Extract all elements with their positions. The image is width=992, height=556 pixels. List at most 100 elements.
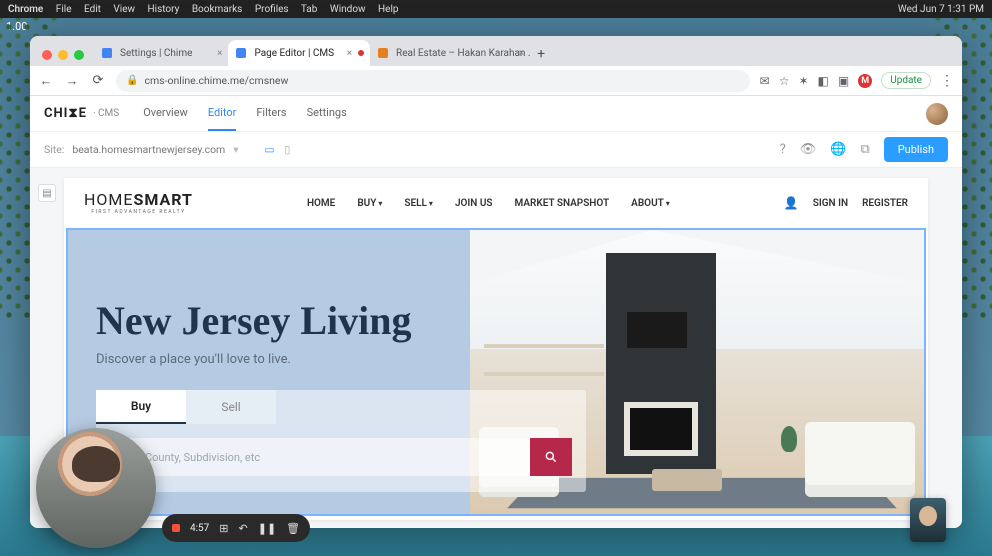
profile-badge[interactable]: M [858,74,872,88]
recording-toolbar: 4:57 ⊞ ↶ ❚❚ 🗑 [162,514,310,542]
logo-subtext: FIRST ADVANTAGE REALTY [91,210,185,215]
tab-close-icon[interactable]: × [217,48,222,59]
extension-icon[interactable]: ◧ [818,74,829,88]
browser-menu-icon[interactable]: ⋮ [940,73,954,89]
minimize-window-icon[interactable] [58,50,68,60]
hero-subtitle: Discover a place you'll love to live. [96,352,496,367]
nav-buy[interactable]: BUY [357,198,382,209]
menu-history[interactable]: History [148,4,180,15]
chevron-down-icon[interactable]: ▾ [233,143,238,156]
cms-tab-overview[interactable]: Overview [143,96,188,131]
tab-title: Real Estate – Hakan Karahan ... [396,48,530,59]
hero-title: New Jersey Living [96,300,496,342]
tab-title: Page Editor | CMS [254,48,334,59]
user-icon[interactable]: 👤 [784,196,799,210]
forward-icon[interactable]: → [64,73,80,89]
menu-edit[interactable]: Edit [84,4,101,15]
record-icon[interactable] [172,524,180,532]
search-tab-sell[interactable]: Sell [186,390,276,424]
editor-side-rail: ▤ [38,184,56,202]
nav-sell[interactable]: SELL [404,198,433,209]
mobile-view-icon[interactable]: ▯ [284,143,290,156]
back-icon[interactable]: ← [38,73,54,89]
extensions-icon[interactable]: ✶ [798,74,808,88]
maximize-window-icon[interactable] [74,50,84,60]
cms-tab-filters[interactable]: Filters [256,96,286,131]
signin-link[interactable]: SIGN IN [813,198,848,209]
globe-icon[interactable]: 🌐 [830,142,846,157]
tab-title: Settings | Chime [120,48,192,59]
share-icon[interactable]: ✉ [760,74,770,88]
logo-text: HOMESMART [84,192,193,208]
reload-icon[interactable]: ⟳ [90,73,106,88]
desktop-view-icon[interactable]: ▭ [265,143,275,156]
cms-tab-editor[interactable]: Editor [208,96,237,131]
menu-bookmarks[interactable]: Bookmarks [192,4,243,15]
update-button[interactable]: Update [881,72,931,89]
cms-tab-settings[interactable]: Settings [307,96,347,131]
close-window-icon[interactable] [42,50,52,60]
bookmark-icon[interactable]: ☆ [779,74,790,88]
nav-about[interactable]: ABOUT [631,198,670,209]
rail-page-icon[interactable]: ▤ [38,184,56,202]
mac-menubar: Chrome File Edit View History Bookmarks … [0,0,992,18]
search-tab-buy[interactable]: Buy [96,390,186,424]
lock-icon[interactable]: 🔒 [126,75,138,86]
site-logo[interactable]: HOMESMART FIRST ADVANTAGE REALTY [84,192,193,215]
brand-text: CHI⧗E [44,106,87,121]
browser-tab[interactable]: Real Estate – Hakan Karahan ... × [370,40,530,66]
favicon-icon [378,48,388,58]
menu-profiles[interactable]: Profiles [255,4,289,15]
open-external-icon[interactable]: ⧉ [860,142,869,157]
tab-close-icon[interactable]: × [519,48,524,59]
nav-home[interactable]: HOME [307,198,335,209]
help-icon[interactable]: ? [780,142,786,157]
menu-app-name[interactable]: Chrome [8,4,43,15]
undo-icon[interactable]: ↶ [239,522,248,535]
site-label: Site: [44,143,64,156]
address-bar[interactable]: 🔒 cms-online.chime.me/cmsnew [116,70,750,92]
nav-snapshot[interactable]: MARKET SNAPSHOT [515,198,610,209]
publish-button[interactable]: Publish [884,137,948,162]
favicon-icon [102,48,112,58]
cms-logo[interactable]: CHI⧗E · CMS [44,106,119,121]
url-text: cms-online.chime.me/cmsnew [144,74,288,87]
search-card: Buy Sell [96,390,586,492]
search-input[interactable] [110,438,530,476]
pause-icon[interactable]: ❚❚ [258,522,276,535]
search-icon [544,450,558,464]
pip-thumbnail[interactable] [910,498,946,542]
tab-close-icon[interactable]: × [347,48,352,59]
canvas-tool-icon[interactable]: ⊞ [219,522,228,535]
menu-tab[interactable]: Tab [301,4,317,15]
user-avatar[interactable] [926,103,948,125]
new-tab-button[interactable]: + [530,46,552,66]
corner-readout: 1.00 [0,18,992,35]
tab-modified-icon [358,50,364,56]
editor-canvas: ▤ HOMESMART FIRST ADVANTAGE REALTY HOME … [30,168,962,528]
menu-help[interactable]: Help [378,4,398,15]
browser-toolbar: ← → ⟳ 🔒 cms-online.chime.me/cmsnew ✉ ☆ ✶… [30,66,962,96]
browser-tab[interactable]: Settings | Chime × [94,40,228,66]
register-link[interactable]: REGISTER [862,198,908,209]
menu-file[interactable]: File [56,4,72,15]
chrome-window: Settings | Chime × Page Editor | CMS × R… [30,36,962,528]
window-controls[interactable] [38,50,90,66]
preview-icon[interactable]: 👁 [800,142,817,157]
cms-nav: Overview Editor Filters Settings [143,96,347,131]
extension-icon[interactable]: ▣ [838,74,849,88]
presenter-webcam[interactable] [36,428,156,548]
menu-view[interactable]: View [113,4,135,15]
browser-tab-strip: Settings | Chime × Page Editor | CMS × R… [30,36,962,66]
nav-join[interactable]: JOIN US [455,198,493,209]
search-button[interactable] [530,438,572,476]
record-timer: 4:57 [190,523,209,534]
browser-tab[interactable]: Page Editor | CMS × [228,40,370,66]
hero-section[interactable]: ⧉ New Jersey Living Discover a place you… [66,228,926,516]
site-select[interactable]: beata.homesmartnewjersey.com [72,143,225,156]
menu-window[interactable]: Window [330,4,366,15]
site-header: HOMESMART FIRST ADVANTAGE REALTY HOME BU… [64,178,928,228]
cms-subheader: Site: beata.homesmartnewjersey.com ▾ ▭ ▯… [30,132,962,168]
trash-icon[interactable]: 🗑 [286,522,300,535]
site-nav: HOME BUY SELL JOIN US MARKET SNAPSHOT AB… [307,198,670,209]
